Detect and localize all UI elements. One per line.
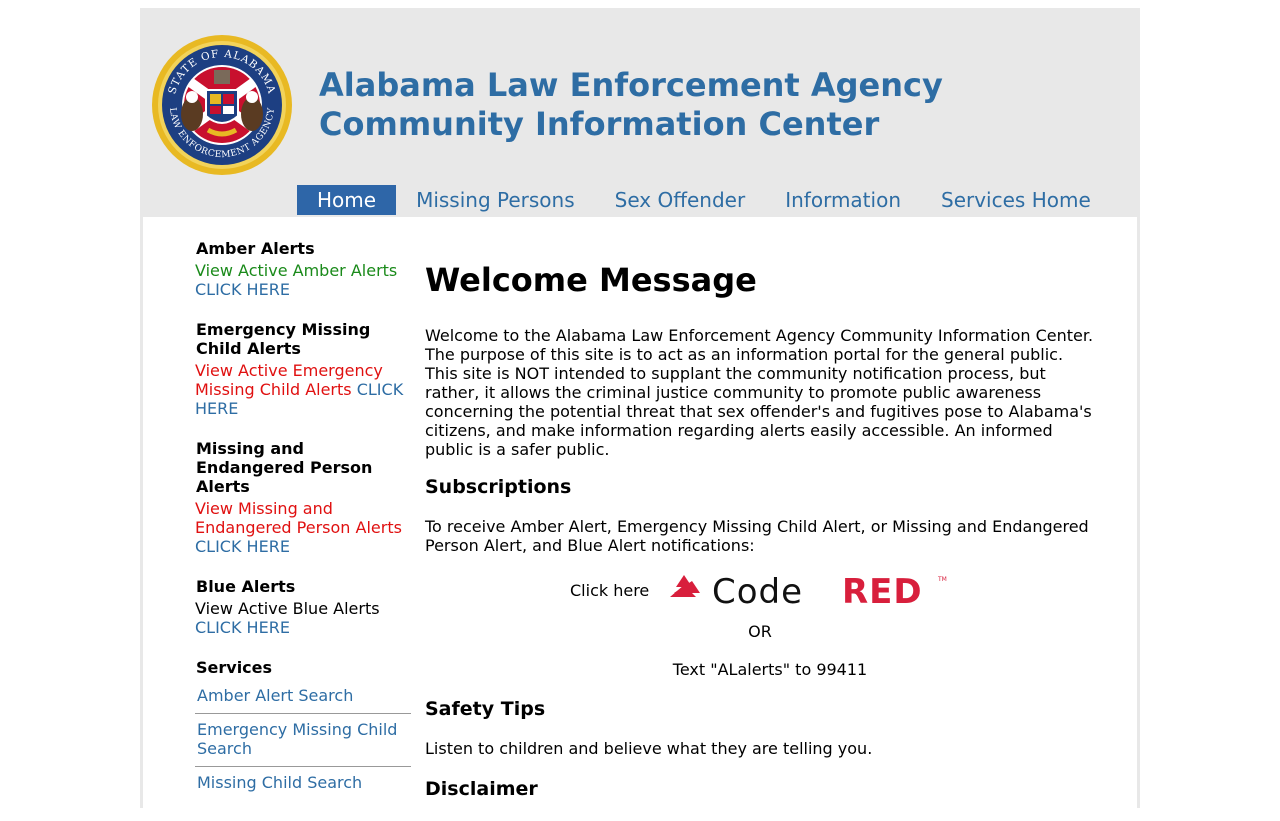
emergency-missing-child-block: Emergency Missing Child Alerts View Acti… [195,320,411,418]
amber-alerts-heading: Amber Alerts [196,239,315,258]
codered-logo[interactable]: Code RED TM [670,573,952,609]
alabama-seal-logo: STATE OF ALABAMA LAW ENFORCEMENT AGENCY [152,35,292,175]
site-header: STATE OF ALABAMA LAW ENFORCEMENT AGENCY … [140,8,1140,216]
missing-endangered-heading: Missing and Endangered Person Alerts [196,439,373,496]
nav-information[interactable]: Information [765,185,921,215]
nav-services-home[interactable]: Services Home [921,185,1111,215]
or-separator: OR [425,622,1095,641]
service-amber-alert-search[interactable]: Amber Alert Search [195,680,411,714]
amber-alerts-click-here-link[interactable]: CLICK HERE [195,280,290,299]
disclaimer-heading: Disclaimer [425,778,538,800]
main-content: Welcome Message Welcome to the Alabama L… [425,261,1095,819]
blue-alerts-block: Blue Alerts View Active Blue Alerts CLIC… [195,577,411,637]
codered-click-here-label: Click here [570,581,650,600]
welcome-title: Welcome Message [425,261,757,299]
nav-missing-persons[interactable]: Missing Persons [396,185,595,215]
main-nav: Home Missing Persons Sex Offender Inform… [297,185,1111,215]
sidebar: Amber Alerts View Active Amber Alerts CL… [195,239,411,821]
welcome-text: Welcome to the Alabama Law Enforcement A… [425,326,1094,459]
emergency-missing-child-heading: Emergency Missing Child Alerts [196,320,371,358]
blue-alerts-heading: Blue Alerts [196,577,296,596]
blue-alerts-click-here-link[interactable]: CLICK HERE [195,618,290,637]
site-title: Alabama Law Enforcement Agency Community… [319,66,943,144]
codered-logo-red: RED [842,573,923,609]
content-area: Amber Alerts View Active Amber Alerts CL… [143,217,1137,817]
subscriptions-heading: Subscriptions [425,476,572,498]
nav-home[interactable]: Home [297,185,397,215]
codered-row: Click here Code RED TM [425,573,1095,613]
page-container: STATE OF ALABAMA LAW ENFORCEMENT AGENCY … [140,8,1140,817]
codered-logo-code: Code [712,573,803,609]
services-list: Amber Alert Search Emergency Missing Chi… [195,680,411,800]
service-missing-child-search[interactable]: Missing Child Search [195,767,411,800]
nav-sex-offender[interactable]: Sex Offender [595,185,766,215]
view-amber-alerts-text: View Active Amber Alerts [195,261,398,280]
missing-endangered-block: Missing and Endangered Person Alerts Vie… [195,439,411,556]
services-heading: Services [196,658,273,677]
view-missing-endangered-text: View Missing and Endangered Person Alert… [195,499,402,537]
safety-tips-heading: Safety Tips [425,698,546,720]
safety-tips-text: Listen to children and believe what they… [425,739,873,758]
or-text: OR [748,622,772,641]
text-alerts-line: Text "ALalerts" to 99411 [672,660,868,679]
amber-alerts-block: Amber Alerts View Active Amber Alerts CL… [195,239,411,299]
site-title-line2: Community Information Center [319,105,880,143]
site-title-line1: Alabama Law Enforcement Agency [319,66,943,104]
missing-endangered-click-here-link[interactable]: CLICK HERE [195,537,290,556]
view-blue-alerts-text: View Active Blue Alerts [195,599,380,618]
view-emergency-missing-child-text: View Active Emergency Missing Child Aler… [195,361,383,399]
subscriptions-text: To receive Amber Alert, Emergency Missin… [425,517,1089,555]
services-block: Services Amber Alert Search Emergency Mi… [195,658,411,800]
codered-logo-tm: TM [937,576,947,583]
service-emergency-missing-child-search[interactable]: Emergency Missing Child Search [195,714,411,767]
